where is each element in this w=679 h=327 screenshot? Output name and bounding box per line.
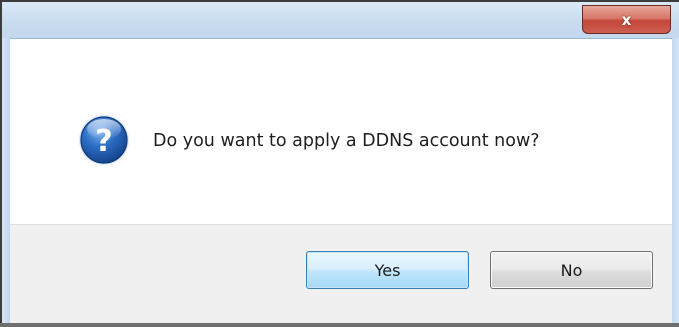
svg-text:?: ?: [95, 124, 112, 159]
question-icon: ?: [79, 115, 129, 165]
window-frame-left: [2, 38, 10, 323]
button-bar: Yes No: [10, 224, 672, 323]
yes-button[interactable]: Yes: [306, 251, 469, 289]
title-bar[interactable]: x: [2, 2, 679, 38]
dialog-message: Do you want to apply a DDNS account now?: [153, 131, 540, 151]
close-icon: x: [621, 10, 632, 29]
no-button[interactable]: No: [490, 251, 653, 289]
close-button[interactable]: x: [582, 5, 671, 34]
message-area: ? Do you want to apply a DDNS account no…: [10, 38, 672, 224]
window-border-bottom: [0, 323, 679, 327]
window-frame-right: [672, 38, 679, 323]
dialog-window: x ? Do you want to apply a DDNS account …: [0, 0, 679, 327]
